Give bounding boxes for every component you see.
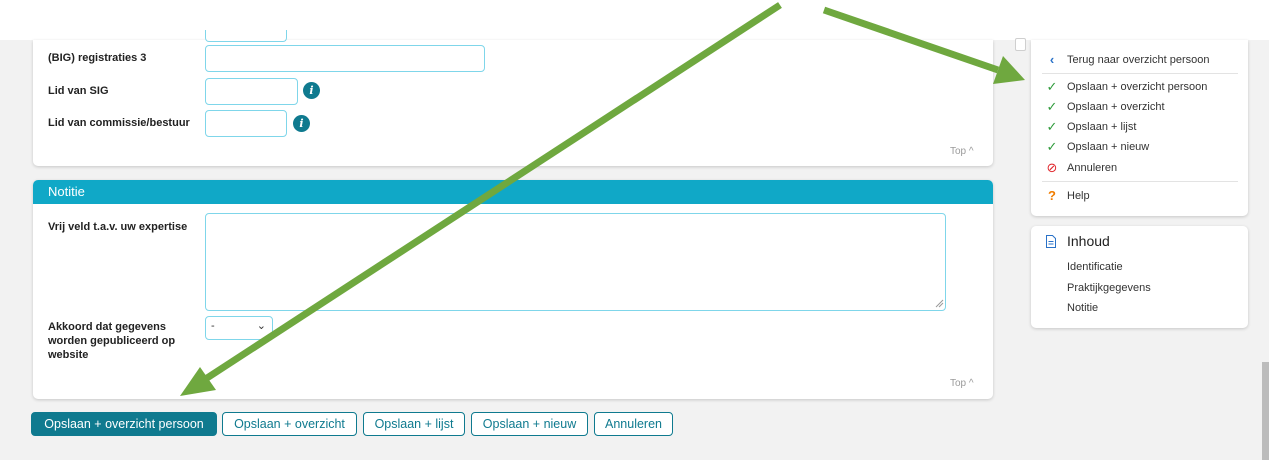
annotation-arrowhead-left	[180, 367, 216, 396]
annotation-arrow-to-sidebar	[822, 6, 1000, 74]
annotation-arrows	[180, 2, 1025, 396]
annotation-arrow-to-save-button	[205, 2, 782, 381]
